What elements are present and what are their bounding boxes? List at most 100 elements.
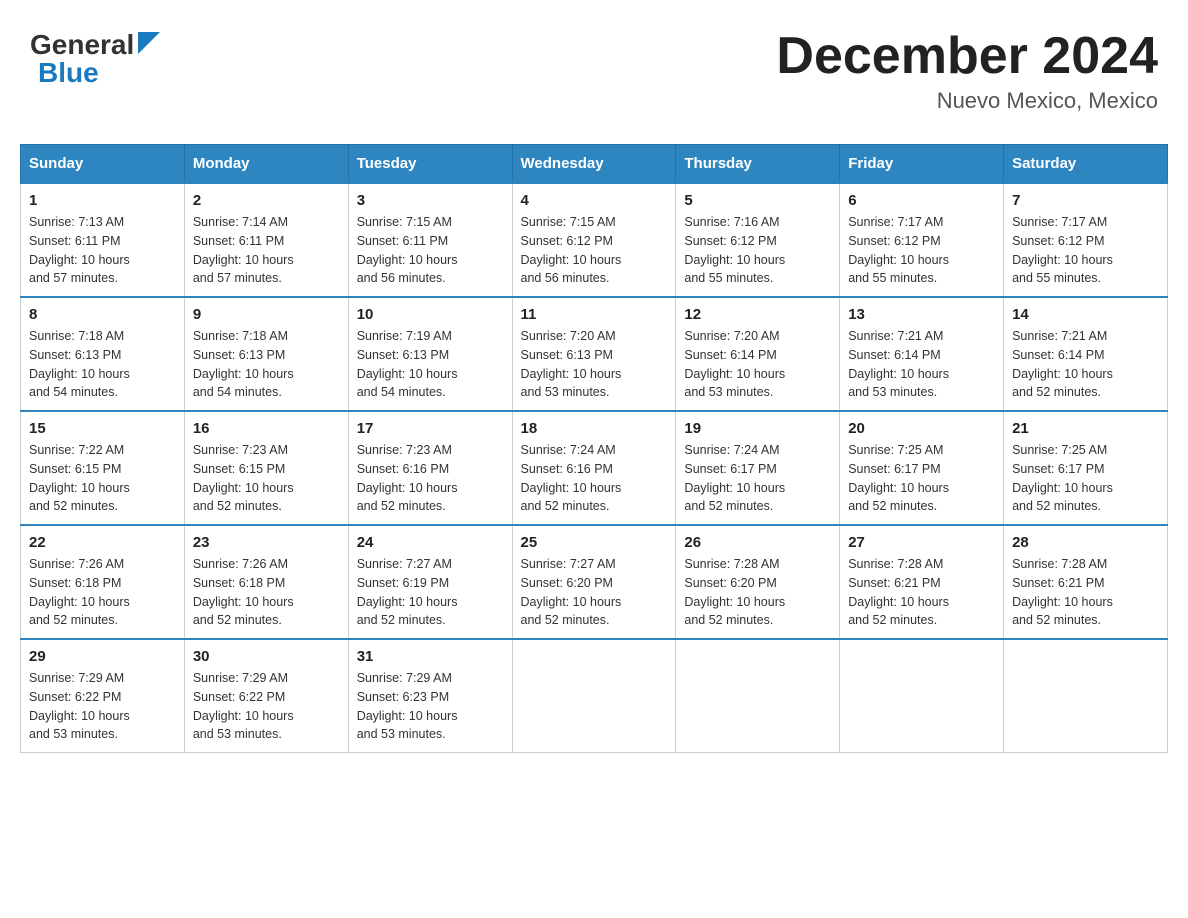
- day-info: Sunrise: 7:28 AMSunset: 6:21 PMDaylight:…: [1012, 555, 1159, 630]
- day-info: Sunrise: 7:19 AMSunset: 6:13 PMDaylight:…: [357, 327, 504, 402]
- day-info: Sunrise: 7:25 AMSunset: 6:17 PMDaylight:…: [1012, 441, 1159, 516]
- day-number: 31: [357, 648, 504, 665]
- day-cell-4: 4 Sunrise: 7:15 AMSunset: 6:12 PMDaylight…: [512, 183, 676, 297]
- day-number: 28: [1012, 534, 1159, 551]
- day-cell-6: 6 Sunrise: 7:17 AMSunset: 6:12 PMDaylight…: [840, 183, 1004, 297]
- day-cell-3: 3Sunrise: 7:15 AMSunset: 6:11 PMDaylight…: [348, 183, 512, 297]
- day-info: Sunrise: 7:27 AMSunset: 6:20 PMDaylight:…: [521, 555, 668, 630]
- day-info: Sunrise: 7:23 AMSunset: 6:15 PMDaylight:…: [193, 441, 340, 516]
- day-cell-5: 5 Sunrise: 7:16 AMSunset: 6:12 PMDaylight…: [676, 183, 840, 297]
- day-cell-26: 26 Sunrise: 7:28 AMSunset: 6:20 PMDayligh…: [676, 525, 840, 639]
- day-number: 26: [684, 534, 831, 551]
- day-info: Sunrise: 7:20 AMSunset: 6:14 PMDaylight:…: [684, 327, 831, 402]
- day-cell-11: 11 Sunrise: 7:20 AMSunset: 6:13 PMDayligh…: [512, 297, 676, 411]
- day-info: Sunrise: 7:22 AMSunset: 6:15 PMDaylight:…: [29, 441, 176, 516]
- weekday-header-thursday: Thursday: [676, 145, 840, 184]
- empty-cell: [676, 639, 840, 753]
- day-cell-7: 7 Sunrise: 7:17 AMSunset: 6:12 PMDaylight…: [1004, 183, 1168, 297]
- day-cell-9: 9 Sunrise: 7:18 AMSunset: 6:13 PMDaylight…: [184, 297, 348, 411]
- calendar-header-row: SundayMondayTuesdayWednesdayThursdayFrid…: [21, 145, 1168, 184]
- day-info: Sunrise: 7:15 AMSunset: 6:12 PMDaylight:…: [521, 213, 668, 288]
- day-info: Sunrise: 7:13 AMSunset: 6:11 PMDaylight:…: [29, 213, 176, 288]
- day-info: Sunrise: 7:17 AMSunset: 6:12 PMDaylight:…: [1012, 213, 1159, 288]
- day-number: 8: [29, 306, 176, 323]
- day-info: Sunrise: 7:24 AMSunset: 6:16 PMDaylight:…: [521, 441, 668, 516]
- day-info: Sunrise: 7:29 AMSunset: 6:22 PMDaylight:…: [29, 669, 176, 744]
- day-info: Sunrise: 7:29 AMSunset: 6:22 PMDaylight:…: [193, 669, 340, 744]
- day-number: 11: [521, 306, 668, 323]
- day-info: Sunrise: 7:21 AMSunset: 6:14 PMDaylight:…: [1012, 327, 1159, 402]
- day-cell-19: 19 Sunrise: 7:24 AMSunset: 6:17 PMDayligh…: [676, 411, 840, 525]
- day-number: 20: [848, 420, 995, 437]
- day-cell-25: 25Sunrise: 7:27 AMSunset: 6:20 PMDayligh…: [512, 525, 676, 639]
- day-number: 16: [193, 420, 340, 437]
- week-row-4: 22 Sunrise: 7:26 AMSunset: 6:18 PMDayligh…: [21, 525, 1168, 639]
- day-number: 10: [357, 306, 504, 323]
- day-number: 21: [1012, 420, 1159, 437]
- day-info: Sunrise: 7:21 AMSunset: 6:14 PMDaylight:…: [848, 327, 995, 402]
- day-info: Sunrise: 7:27 AMSunset: 6:19 PMDaylight:…: [357, 555, 504, 630]
- day-info: Sunrise: 7:25 AMSunset: 6:17 PMDaylight:…: [848, 441, 995, 516]
- day-info: Sunrise: 7:28 AMSunset: 6:21 PMDaylight:…: [848, 555, 995, 630]
- day-number: 29: [29, 648, 176, 665]
- day-number: 9: [193, 306, 340, 323]
- month-title: December 2024: [776, 30, 1158, 82]
- calendar-table: SundayMondayTuesdayWednesdayThursdayFrid…: [20, 144, 1168, 753]
- day-cell-15: 15 Sunrise: 7:22 AMSunset: 6:15 PMDayligh…: [21, 411, 185, 525]
- day-info: Sunrise: 7:23 AMSunset: 6:16 PMDaylight:…: [357, 441, 504, 516]
- day-number: 6: [848, 192, 995, 209]
- logo-blue-text: Blue: [38, 59, 99, 87]
- day-number: 15: [29, 420, 176, 437]
- day-info: Sunrise: 7:28 AMSunset: 6:20 PMDaylight:…: [684, 555, 831, 630]
- day-cell-24: 24 Sunrise: 7:27 AMSunset: 6:19 PMDayligh…: [348, 525, 512, 639]
- day-cell-23: 23Sunrise: 7:26 AMSunset: 6:18 PMDayligh…: [184, 525, 348, 639]
- day-info: Sunrise: 7:20 AMSunset: 6:13 PMDaylight:…: [521, 327, 668, 402]
- weekday-header-friday: Friday: [840, 145, 1004, 184]
- day-cell-14: 14Sunrise: 7:21 AMSunset: 6:14 PMDayligh…: [1004, 297, 1168, 411]
- week-row-3: 15 Sunrise: 7:22 AMSunset: 6:15 PMDayligh…: [21, 411, 1168, 525]
- day-number: 5: [684, 192, 831, 209]
- day-number: 13: [848, 306, 995, 323]
- week-row-5: 29 Sunrise: 7:29 AMSunset: 6:22 PMDayligh…: [21, 639, 1168, 753]
- day-info: Sunrise: 7:17 AMSunset: 6:12 PMDaylight:…: [848, 213, 995, 288]
- day-info: Sunrise: 7:18 AMSunset: 6:13 PMDaylight:…: [193, 327, 340, 402]
- empty-cell: [1004, 639, 1168, 753]
- empty-cell: [840, 639, 1004, 753]
- day-cell-13: 13 Sunrise: 7:21 AMSunset: 6:14 PMDayligh…: [840, 297, 1004, 411]
- day-info: Sunrise: 7:18 AMSunset: 6:13 PMDaylight:…: [29, 327, 176, 402]
- day-info: Sunrise: 7:24 AMSunset: 6:17 PMDaylight:…: [684, 441, 831, 516]
- day-number: 4: [521, 192, 668, 209]
- day-cell-18: 18 Sunrise: 7:24 AMSunset: 6:16 PMDayligh…: [512, 411, 676, 525]
- day-number: 30: [193, 648, 340, 665]
- day-number: 12: [684, 306, 831, 323]
- day-number: 17: [357, 420, 504, 437]
- logo-triangle-icon: [138, 32, 160, 54]
- location: Nuevo Mexico, Mexico: [776, 88, 1158, 114]
- day-cell-10: 10 Sunrise: 7:19 AMSunset: 6:13 PMDayligh…: [348, 297, 512, 411]
- weekday-header-sunday: Sunday: [21, 145, 185, 184]
- day-info: Sunrise: 7:26 AMSunset: 6:18 PMDaylight:…: [29, 555, 176, 630]
- day-number: 22: [29, 534, 176, 551]
- week-row-2: 8 Sunrise: 7:18 AMSunset: 6:13 PMDaylight…: [21, 297, 1168, 411]
- day-number: 1: [29, 192, 176, 209]
- empty-cell: [512, 639, 676, 753]
- weekday-header-wednesday: Wednesday: [512, 145, 676, 184]
- title-area: December 2024 Nuevo Mexico, Mexico: [776, 30, 1158, 114]
- day-cell-31: 31Sunrise: 7:29 AMSunset: 6:23 PMDayligh…: [348, 639, 512, 753]
- day-number: 23: [193, 534, 340, 551]
- day-info: Sunrise: 7:16 AMSunset: 6:12 PMDaylight:…: [684, 213, 831, 288]
- logo: General Blue: [30, 30, 160, 87]
- day-cell-20: 20 Sunrise: 7:25 AMSunset: 6:17 PMDayligh…: [840, 411, 1004, 525]
- day-cell-21: 21 Sunrise: 7:25 AMSunset: 6:17 PMDayligh…: [1004, 411, 1168, 525]
- day-cell-29: 29 Sunrise: 7:29 AMSunset: 6:22 PMDayligh…: [21, 639, 185, 753]
- day-info: Sunrise: 7:14 AMSunset: 6:11 PMDaylight:…: [193, 213, 340, 288]
- logo-general-text: General: [30, 31, 134, 59]
- day-number: 18: [521, 420, 668, 437]
- day-number: 19: [684, 420, 831, 437]
- day-cell-22: 22 Sunrise: 7:26 AMSunset: 6:18 PMDayligh…: [21, 525, 185, 639]
- weekday-header-tuesday: Tuesday: [348, 145, 512, 184]
- day-number: 7: [1012, 192, 1159, 209]
- day-number: 24: [357, 534, 504, 551]
- day-cell-16: 16 Sunrise: 7:23 AMSunset: 6:15 PMDayligh…: [184, 411, 348, 525]
- day-cell-27: 27Sunrise: 7:28 AMSunset: 6:21 PMDayligh…: [840, 525, 1004, 639]
